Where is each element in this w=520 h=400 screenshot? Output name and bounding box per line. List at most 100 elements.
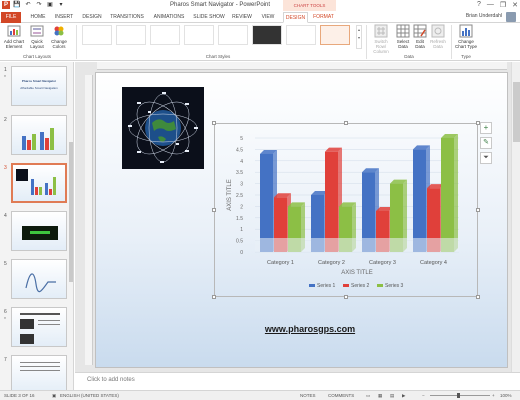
edit-data-button[interactable]: Edit Data [412,24,428,49]
tab-review[interactable]: REVIEW [230,12,254,23]
chart-tools-label: CHART TOOLS [283,0,336,11]
chart-style-5[interactable] [218,25,248,45]
add-chart-element-button[interactable]: Add Chart Element [2,24,26,49]
data-group-label: Data [404,54,414,59]
spellcheck-icon[interactable]: ▣ [52,393,56,399]
y-tick-label: 2.5 [236,193,243,199]
tab-animations[interactable]: ANIMATIONS [150,12,188,23]
slide-thumbnail-4[interactable] [11,211,67,251]
chart-style-7[interactable] [286,25,316,45]
animation-star-icon: * [4,317,6,323]
change-chart-type-button[interactable]: Change Chart Type [453,24,479,49]
slide-thumbnail-1[interactable]: Pharos Smart Navigator Affordable Smart … [11,66,67,106]
minimize-button[interactable]: — [487,1,494,9]
tab-chart-design[interactable]: DESIGN [283,12,308,23]
chart-styles-gallery [82,25,354,51]
y-axis-title: AXIS TITLE [227,179,233,211]
zoom-out-icon[interactable]: − [422,393,425,398]
switch-row-column-button[interactable]: Switch Row/ Column [369,24,393,54]
notes-pane[interactable]: Click to add notes [75,372,520,390]
chart-object[interactable]: 0 0.5 1 1.5 2 2.5 3 3.5 4 4.5 5 AXIS TITLE Category … [212,121,480,299]
gallery-scroll[interactable]: ▴ ▾ [356,25,362,49]
ribbon-divider [366,25,367,59]
chart-styles-brush-icon[interactable]: ✎ [480,137,492,149]
zoom-level[interactable]: 100% [500,393,512,398]
tab-transitions[interactable]: TRANSITIONS [108,12,146,23]
bar [325,151,338,252]
slide-thumbnail-3[interactable] [11,163,67,203]
thumb-number: 3 [4,165,7,171]
chart-style-8[interactable] [320,25,350,45]
type-group-label: Type [461,54,471,59]
quick-layout-button[interactable]: Quick Layout [27,24,47,49]
legend-swatch [377,284,383,287]
globe-satellites-image[interactable] [122,87,204,169]
slide-vertical-scrollbar[interactable] [511,62,520,390]
redo-icon[interactable]: ↷ [35,1,43,9]
slide-thumbnail-7[interactable] [11,355,67,390]
comments-button[interactable]: COMMENTS [328,393,354,398]
legend-swatch [343,284,349,287]
window-controls: ? — ❐ ✕ [477,1,518,9]
tab-file[interactable]: FILE [1,12,21,23]
restore-button[interactable]: ❐ [500,1,506,9]
bar [260,153,273,252]
switch-row-column-icon [374,24,388,38]
tab-slide-show[interactable]: SLIDE SHOW [191,12,227,23]
slide-sorter-icon[interactable]: ▦ [378,393,382,399]
save-icon[interactable]: 💾 [13,1,21,9]
tab-home[interactable]: HOME [27,12,49,23]
notes-button[interactable]: NOTES [300,393,316,398]
slide-thumbnail-2[interactable] [11,115,67,155]
slideshow-view-icon[interactable]: ▶ [402,393,405,399]
add-chart-element-icon [7,25,21,37]
close-button[interactable]: ✕ [512,1,518,9]
chart-elements-plus-icon[interactable]: + [480,122,492,134]
chart-style-6[interactable] [252,25,282,45]
normal-view-icon[interactable]: ▭ [366,393,370,399]
tab-view[interactable]: VIEW [258,12,278,23]
bar-fade-overlay [255,238,459,252]
scroll-thumb[interactable] [513,82,520,142]
undo-icon[interactable]: ↶ [24,1,32,9]
change-colors-button[interactable]: Change Colors [49,24,69,49]
customize-qat-icon[interactable]: ▾ [57,1,65,9]
tab-insert[interactable]: INSERT [53,12,75,23]
zoom-slider[interactable] [430,395,490,396]
language-indicator[interactable]: ENGLISH (UNITED STATES) [60,393,119,398]
tab-chart-format[interactable]: FORMAT [311,12,336,23]
refresh-data-button[interactable]: Refresh Data [429,24,447,49]
chart-style-1[interactable] [82,25,112,45]
change-chart-type-icon [459,24,473,38]
y-tick-label: 1 [240,227,243,233]
help-button[interactable]: ? [477,1,481,9]
window-title: Pharos Smart Navigator - PowerPoint [170,2,271,8]
globe-icon [128,92,198,163]
avatar[interactable] [506,12,516,22]
bar-side [454,134,458,252]
slide-thumbnail-6[interactable] [11,307,67,347]
x-tick-label: Category 3 [369,260,396,266]
slide-thumbnail-5[interactable] [11,259,67,299]
legend-label: Series 2 [351,283,370,289]
thumb-number: 6 [4,309,7,315]
scroll-thumb[interactable] [69,142,73,282]
y-tick-label: 3.5 [236,170,243,176]
y-tick-label: 4.5 [236,147,243,153]
thumbnails-scrollbar[interactable] [69,62,73,390]
thumb-title: Pharos Smart Navigator [21,79,57,83]
chart-style-3[interactable] [150,25,180,45]
select-data-button[interactable]: Select Data [395,24,411,49]
tab-design[interactable]: DESIGN [80,12,104,23]
zoom-in-icon[interactable]: + [492,393,495,398]
chart-filters-funnel-icon[interactable]: ⏷ [480,152,492,164]
chart-style-4[interactable] [184,25,214,45]
zoom-slider-knob[interactable] [457,393,460,398]
slideshow-icon[interactable]: ▣ [46,1,54,9]
x-axis-title: AXIS TITLE [341,270,373,276]
website-url-text[interactable]: www.pharosgps.com [235,324,385,334]
reading-view-icon[interactable]: ▤ [390,393,394,399]
chart-side-tools: + ✎ ⏷ [480,122,492,167]
chart-style-2[interactable] [116,25,146,45]
user-name[interactable]: Brian Underdahl [466,13,502,19]
